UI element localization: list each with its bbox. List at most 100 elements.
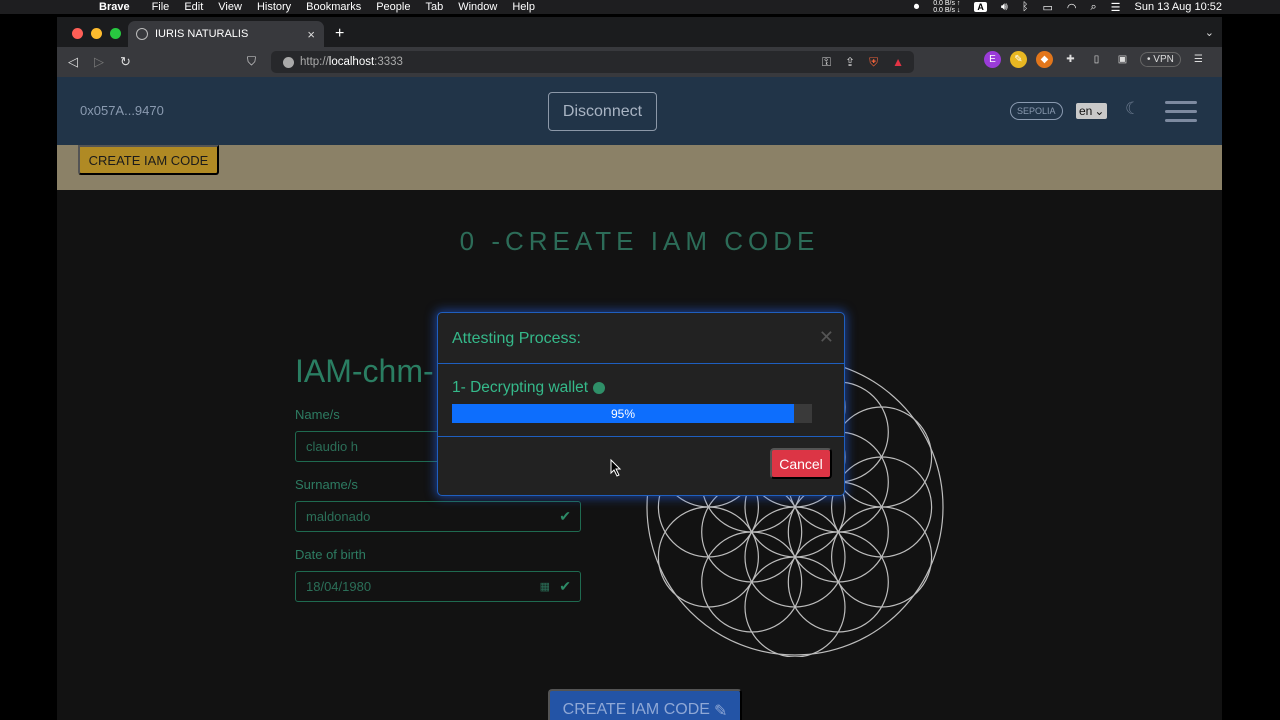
- submit-label: CREATE IAM CODE: [562, 701, 710, 718]
- globe-icon: [136, 28, 148, 40]
- language-value: en: [1079, 104, 1093, 118]
- extensions-puzzle-icon[interactable]: ✚: [1062, 51, 1079, 68]
- battery-icon[interactable]: ▭: [1042, 1, 1052, 14]
- menu-bookmarks[interactable]: Bookmarks: [306, 1, 361, 13]
- tab-iuris-naturalis[interactable]: IURIS NATURALIS ×: [128, 21, 324, 47]
- sidebar-toggle-icon[interactable]: ▯: [1088, 51, 1105, 68]
- close-icon[interactable]: ✕: [819, 327, 834, 348]
- action-banner: CREATE IAM CODE: [57, 145, 1222, 190]
- disconnect-button[interactable]: Disconnect: [548, 92, 657, 131]
- extensions-area: E ✎ ◆ ✚ ▯ ▣ • VPN ☰: [984, 51, 1207, 68]
- modal-body: 1- Decrypting wallet 95%: [438, 364, 844, 437]
- menu-people[interactable]: People: [376, 1, 410, 13]
- metamask-fox-icon[interactable]: ◆: [1036, 51, 1053, 68]
- minimize-window-button[interactable]: [91, 28, 102, 39]
- modal-title: Attesting Process:: [452, 330, 581, 347]
- progress-bar: 95%: [452, 404, 812, 423]
- menu-view[interactable]: View: [218, 1, 242, 13]
- network-speed: 0.0 B/s ↑ 0.0 B/s ↓: [933, 0, 960, 14]
- pencil-icon: ✎: [713, 703, 728, 720]
- surname-field[interactable]: maldonado ✔: [295, 501, 581, 532]
- status-dot-icon: [593, 382, 606, 394]
- app-menu[interactable]: Brave: [99, 1, 130, 13]
- menu-edit[interactable]: Edit: [184, 1, 203, 13]
- site-header: 0x057A...9470 Disconnect SEPOLIA en ⌄ ☾: [57, 77, 1222, 145]
- cancel-button[interactable]: Cancel: [770, 448, 832, 479]
- surname-value: maldonado: [306, 509, 371, 524]
- create-iam-code-submit-button[interactable]: CREATE IAM CODE ✎: [548, 689, 742, 720]
- site-info-icon[interactable]: [283, 56, 294, 68]
- brave-rewards-icon[interactable]: ▲: [892, 55, 904, 70]
- url-scheme: http://: [300, 56, 329, 68]
- tab-strip: IURIS NATURALIS × + ⌄: [57, 17, 1222, 47]
- wallet-icon[interactable]: ▣: [1114, 51, 1131, 68]
- dob-field[interactable]: 18/04/1980 ▦ ✔: [295, 571, 581, 602]
- extension-pencil-icon[interactable]: ✎: [1010, 51, 1027, 68]
- attesting-process-modal: Attesting Process: ✕ 1- Decrypting walle…: [437, 312, 845, 496]
- valid-check-icon: ✔: [559, 508, 571, 524]
- tab-list-chevron-icon[interactable]: ⌄: [1205, 26, 1214, 39]
- address-bar[interactable]: http://localhost:3333 ⚿ ⇪ ⛨ ▲: [271, 51, 914, 73]
- calendar-icon[interactable]: ▦: [540, 580, 550, 593]
- status-area: ⏺ 0.0 B/s ↑ 0.0 B/s ↓ A 🔊︎ ᛒ ▭ ◠ ⌕ ☰ Sun…: [914, 0, 1222, 14]
- reload-icon[interactable]: ↻: [120, 54, 131, 70]
- input-source-icon[interactable]: A: [974, 2, 987, 12]
- dob-label: Date of birth: [295, 547, 366, 562]
- control-center-icon[interactable]: ☰: [1111, 1, 1121, 14]
- volume-icon[interactable]: 🔊︎: [1001, 1, 1008, 14]
- mouse-cursor-icon: [610, 458, 622, 477]
- dark-mode-moon-icon[interactable]: ☾: [1125, 99, 1140, 119]
- record-icon[interactable]: ⏺: [914, 1, 920, 14]
- menu-window[interactable]: Window: [458, 1, 497, 13]
- vpn-button[interactable]: • VPN: [1140, 52, 1181, 67]
- iam-code-heading: IAM-chm-: [295, 353, 434, 389]
- surname-label: Surname/s: [295, 477, 358, 492]
- menu-items: Brave File Edit View History Bookmarks P…: [0, 1, 550, 13]
- hamburger-menu-icon[interactable]: [1165, 101, 1197, 122]
- window-controls: [72, 28, 121, 39]
- menu-tab[interactable]: Tab: [425, 1, 443, 13]
- name-label: Name/s: [295, 407, 340, 422]
- wallet-address: 0x057A...9470: [80, 103, 164, 118]
- back-icon[interactable]: ◁: [68, 54, 78, 70]
- step-text: 1- Decrypting wallet: [452, 379, 589, 396]
- net-down: 0.0 B/s ↓: [933, 7, 961, 14]
- menu-file[interactable]: File: [152, 1, 170, 13]
- address-bar-actions: ⚿ ⇪ ⛨ ▲: [822, 55, 904, 70]
- forward-icon[interactable]: ▷: [94, 54, 104, 70]
- wifi-icon[interactable]: ◠: [1067, 1, 1077, 14]
- web-page: 0x057A...9470 Disconnect SEPOLIA en ⌄ ☾ C…: [57, 77, 1222, 720]
- menu-help[interactable]: Help: [512, 1, 535, 13]
- url-host: localhost: [328, 56, 375, 68]
- language-select[interactable]: en ⌄: [1076, 103, 1108, 119]
- close-window-button[interactable]: [72, 28, 83, 39]
- key-icon[interactable]: ⚿: [822, 55, 831, 70]
- network-badge: SEPOLIA: [1010, 102, 1063, 120]
- progress-fill: 95%: [452, 404, 794, 423]
- browser-toolbar: ◁ ▷ ↻ ⛉ http://localhost:3333 ⚿ ⇪ ⛨ ▲ E …: [57, 47, 1222, 77]
- url-port: :3333: [374, 56, 403, 68]
- menu-history[interactable]: History: [257, 1, 291, 13]
- brave-shield-icon[interactable]: ⛨: [869, 55, 878, 70]
- browser-menu-icon[interactable]: ☰: [1190, 51, 1207, 68]
- dob-value: 18/04/1980: [306, 579, 372, 594]
- tab-title: IURIS NATURALIS: [155, 28, 249, 40]
- extension-e-icon[interactable]: E: [984, 51, 1001, 68]
- valid-check-icon: ✔: [559, 578, 571, 594]
- create-iam-code-tab-button[interactable]: CREATE IAM CODE: [78, 145, 219, 175]
- zoom-window-button[interactable]: [110, 28, 121, 39]
- close-tab-icon[interactable]: ×: [307, 27, 315, 42]
- net-up: 0.0 B/s ↑: [933, 0, 961, 7]
- macos-menu-bar: Brave File Edit View History Bookmarks P…: [0, 0, 1280, 14]
- modal-header: Attesting Process: ✕: [438, 313, 844, 364]
- clock[interactable]: Sun 13 Aug 10:52: [1135, 1, 1222, 13]
- share-icon[interactable]: ⇪: [845, 55, 855, 70]
- bluetooth-icon[interactable]: ᛒ: [1022, 1, 1029, 13]
- step-status: 1- Decrypting wallet: [452, 379, 606, 397]
- vpn-label: VPN: [1153, 54, 1174, 65]
- bookmark-icon[interactable]: ⛉: [247, 54, 256, 69]
- page-title: 0 -CREATE IAM CODE: [459, 226, 820, 256]
- spotlight-icon[interactable]: ⌕: [1090, 1, 1096, 14]
- name-value: claudio h: [306, 439, 359, 454]
- new-tab-icon[interactable]: +: [335, 25, 344, 43]
